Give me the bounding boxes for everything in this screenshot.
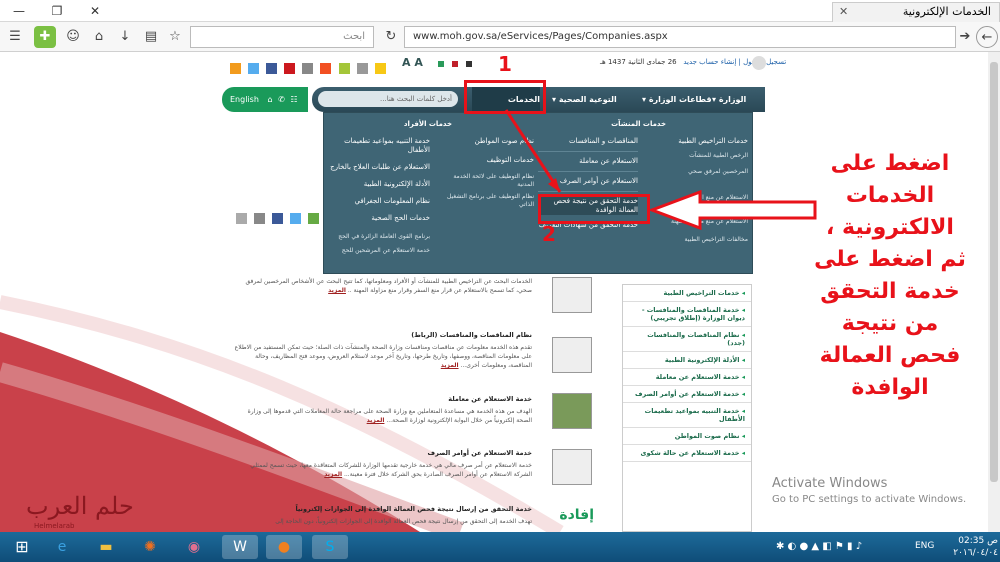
- scroll-thumb[interactable]: [990, 62, 998, 482]
- activate-windows-subtitle: Go to PC settings to activate Windows.: [772, 494, 967, 505]
- title-bar: — ❐ ✕ ✕ الخدمات الإلكترونية: [0, 0, 1000, 22]
- web-page: تسجيل الدخول | إنشاء حساب جديد 26 جمادى …: [0, 52, 1000, 532]
- reload-icon[interactable]: ↻: [380, 26, 402, 48]
- annotation-text: اضغط على الخدمات الالكترونية ، ثم اضغط ع…: [814, 151, 966, 400]
- skype-icon[interactable]: S: [312, 535, 348, 559]
- activate-windows-title: Activate Windows: [772, 476, 888, 491]
- download-icon[interactable]: ↓: [114, 26, 136, 48]
- vertical-scrollbar[interactable]: [988, 52, 1000, 532]
- close-button[interactable]: ✕: [76, 0, 114, 22]
- app-icon[interactable]: ◉: [176, 535, 212, 559]
- file-explorer-icon[interactable]: ▬: [88, 535, 124, 559]
- smiley-icon[interactable]: ☺: [62, 26, 84, 48]
- forward-icon[interactable]: ➔: [954, 26, 976, 48]
- browser-search-input[interactable]: ابحث: [190, 26, 374, 48]
- browser-tab[interactable]: ✕ الخدمات الإلكترونية: [832, 2, 1000, 22]
- bookmark-star-icon[interactable]: ☆: [164, 26, 186, 48]
- browser-toolbar: ☰ ✚ ☺ ⌂ ↓ ▤ ☆ ابحث ↻ www.moh.gov.sa/eSer…: [0, 22, 1000, 52]
- tray-icons[interactable]: ✱ ◐ ● ▲ ◧ ⚑ ▮ ♪: [776, 541, 862, 552]
- minimize-button[interactable]: —: [0, 0, 38, 22]
- close-tab-icon[interactable]: ✕: [839, 3, 848, 21]
- taskbar: ⊞ e ▬ ✺ ◉ W ● S ENG ✱ ◐ ● ▲ ◧ ⚑ ▮ ♪ 02:3…: [0, 532, 1000, 562]
- avast-icon[interactable]: ✺: [132, 535, 168, 559]
- home-icon[interactable]: ⌂: [88, 26, 110, 48]
- clock[interactable]: 02:35 ص ٢٠١٦/٠٤/٠٤: [944, 535, 998, 559]
- back-icon[interactable]: ←: [976, 26, 998, 48]
- watermark-logo: حلم العرب: [26, 492, 134, 520]
- language-indicator[interactable]: ENG: [915, 541, 934, 551]
- url-bar[interactable]: www.moh.gov.sa/eServices/Pages/Companies…: [404, 26, 956, 48]
- firefox-icon[interactable]: ●: [266, 535, 302, 559]
- internet-explorer-icon[interactable]: e: [44, 535, 80, 559]
- restore-button[interactable]: ❐: [38, 0, 76, 22]
- word-icon[interactable]: W: [222, 535, 258, 559]
- watermark-logo-sub: Helmelarab: [34, 522, 75, 530]
- tab-title: الخدمات الإلكترونية: [902, 5, 991, 18]
- start-button[interactable]: ⊞: [4, 535, 40, 559]
- clipboard-icon[interactable]: ▤: [140, 26, 162, 48]
- menu-icon[interactable]: ☰: [4, 26, 26, 48]
- extension-icon[interactable]: ✚: [34, 26, 56, 48]
